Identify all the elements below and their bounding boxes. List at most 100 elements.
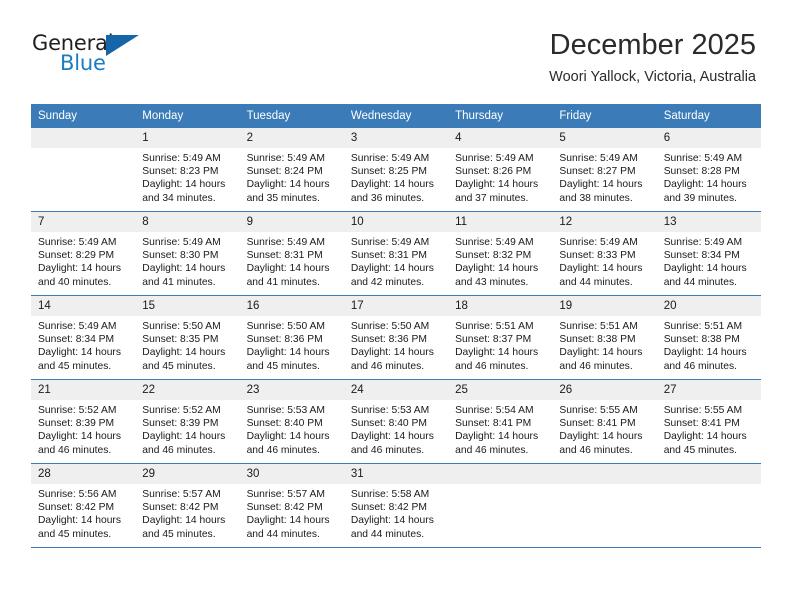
calendar-day-cell[interactable]: 21 Sunrise: 5:52 AM Sunset: 8:39 PM Dayligh…: [31, 379, 136, 464]
daylight-duration-line1: Daylight: 14 hours: [663, 263, 747, 275]
calendar-day-cell[interactable]: 22 Sunrise: 5:52 AM Sunset: 8:39 PM Dayligh…: [135, 379, 240, 464]
daylight-duration-line1: Daylight: 14 hours: [142, 179, 226, 191]
daylight-duration-line2: and 41 minutes.: [142, 276, 216, 288]
calendar-day-cell[interactable]: 5 Sunrise: 5:49 AM Sunset: 8:27 PM Daylight…: [552, 128, 657, 212]
calendar-week-row: 1 Sunrise: 5:49 AM Sunset: 8:23 PM Daylight…: [31, 128, 761, 212]
calendar-day-cell[interactable]: 30 Sunrise: 5:57 AM Sunset: 8:42 PM Dayligh…: [239, 463, 344, 548]
general-blue-logo[interactable]: General Blue: [32, 33, 162, 81]
calendar-day-cell[interactable]: 1 Sunrise: 5:49 AM Sunset: 8:23 PM Daylight…: [135, 128, 240, 212]
calendar-day-cell[interactable]: 8 Sunrise: 5:49 AM Sunset: 8:30 PM Daylight…: [135, 211, 240, 296]
day-details: Sunrise: 5:54 AM Sunset: 8:41 PM Daylight:…: [448, 400, 552, 457]
sunrise-time: Sunrise: 5:49 AM: [455, 237, 534, 248]
calendar-day-cell[interactable]: 23 Sunrise: 5:53 AM Sunset: 8:40 PM Dayligh…: [239, 379, 344, 464]
daylight-duration-line1: Daylight: 14 hours: [142, 515, 226, 527]
daylight-duration-line1: Daylight: 14 hours: [246, 347, 330, 359]
sunrise-time: Sunrise: 5:49 AM: [455, 153, 534, 164]
weekday-header-wednesday: Wednesday: [343, 104, 449, 128]
sunset-time: Sunset: 8:32 PM: [455, 250, 532, 262]
calendar-day-cell[interactable]: 31 Sunrise: 5:58 AM Sunset: 8:42 PM Dayligh…: [343, 463, 449, 548]
day-number: 13: [656, 212, 761, 232]
calendar-day-cell[interactable]: 25 Sunrise: 5:54 AM Sunset: 8:41 PM Dayligh…: [448, 379, 553, 464]
day-details: Sunrise: 5:49 AM Sunset: 8:28 PM Daylight:…: [657, 148, 761, 205]
sunset-time: Sunset: 8:39 PM: [142, 418, 219, 430]
calendar-week-row: 21 Sunrise: 5:52 AM Sunset: 8:39 PM Dayligh…: [31, 379, 761, 464]
calendar-day-cell[interactable]: 7 Sunrise: 5:49 AM Sunset: 8:29 PM Daylight…: [31, 211, 136, 296]
calendar-day-cell[interactable]: 18 Sunrise: 5:51 AM Sunset: 8:37 PM Dayligh…: [448, 295, 553, 380]
sunrise-time: Sunrise: 5:55 AM: [663, 405, 743, 416]
sunset-time: Sunset: 8:42 PM: [350, 502, 427, 514]
calendar-week-row: 14 Sunrise: 5:49 AM Sunset: 8:34 PM Dayligh…: [31, 295, 761, 380]
day-number: [656, 464, 761, 484]
day-number: 5: [552, 128, 657, 148]
daylight-duration-line2: and 43 minutes.: [455, 276, 529, 288]
sunrise-time: Sunrise: 5:53 AM: [350, 405, 430, 416]
calendar-day-cell[interactable]: 14 Sunrise: 5:49 AM Sunset: 8:34 PM Dayligh…: [31, 295, 136, 380]
calendar-day-cell[interactable]: 17 Sunrise: 5:50 AM Sunset: 8:36 PM Dayligh…: [343, 295, 449, 380]
daylight-duration-line1: Daylight: 14 hours: [350, 263, 434, 275]
daylight-duration-line2: and 44 minutes.: [559, 276, 633, 288]
page-title: December 2025: [549, 29, 756, 61]
sunset-time: Sunset: 8:42 PM: [38, 502, 115, 514]
daylight-duration-line2: and 44 minutes.: [350, 528, 425, 540]
calendar-day-cell[interactable]: 16 Sunrise: 5:50 AM Sunset: 8:36 PM Dayligh…: [239, 295, 344, 380]
daylight-duration-line1: Daylight: 14 hours: [350, 515, 434, 527]
day-number: 15: [135, 296, 240, 316]
sunrise-time: Sunrise: 5:49 AM: [350, 237, 430, 248]
calendar-day-cell[interactable]: 9 Sunrise: 5:49 AM Sunset: 8:31 PM Daylight…: [239, 211, 344, 296]
daylight-duration-line1: Daylight: 14 hours: [246, 515, 330, 527]
sunrise-time: Sunrise: 5:49 AM: [246, 237, 325, 248]
daylight-duration-line2: and 46 minutes.: [455, 360, 529, 372]
daylight-duration-line1: Daylight: 14 hours: [559, 347, 643, 359]
weekday-header-thursday: Thursday: [448, 104, 553, 128]
day-number: 24: [343, 380, 449, 400]
sunset-time: Sunset: 8:41 PM: [663, 418, 740, 430]
day-number: 12: [552, 212, 657, 232]
calendar-day-cell[interactable]: 10 Sunrise: 5:49 AM Sunset: 8:31 PM Dayligh…: [343, 211, 449, 296]
daylight-duration-line2: and 46 minutes.: [350, 444, 425, 456]
day-number: 4: [448, 128, 553, 148]
sunrise-time: Sunrise: 5:57 AM: [142, 489, 221, 500]
sunrise-time: Sunrise: 5:51 AM: [455, 321, 534, 332]
day-number: 29: [135, 464, 240, 484]
sunrise-time: Sunrise: 5:52 AM: [38, 405, 117, 416]
sunset-time: Sunset: 8:35 PM: [142, 334, 219, 346]
calendar-day-cell[interactable]: 29 Sunrise: 5:57 AM Sunset: 8:42 PM Dayligh…: [135, 463, 240, 548]
calendar-day-cell[interactable]: 26 Sunrise: 5:55 AM Sunset: 8:41 PM Dayligh…: [552, 379, 657, 464]
day-number: 2: [239, 128, 344, 148]
day-details: Sunrise: 5:53 AM Sunset: 8:40 PM Daylight:…: [344, 400, 448, 457]
calendar-day-cell[interactable]: 28 Sunrise: 5:56 AM Sunset: 8:42 PM Dayligh…: [31, 463, 136, 548]
calendar-day-cell[interactable]: 27 Sunrise: 5:55 AM Sunset: 8:41 PM Dayligh…: [656, 379, 761, 464]
day-details: Sunrise: 5:49 AM Sunset: 8:29 PM Daylight:…: [31, 232, 135, 289]
calendar-day-cell[interactable]: 4 Sunrise: 5:49 AM Sunset: 8:26 PM Daylight…: [448, 128, 553, 212]
daylight-duration-line1: Daylight: 14 hours: [142, 431, 226, 443]
sunset-time: Sunset: 8:42 PM: [246, 502, 323, 514]
calendar-day-cell[interactable]: 11 Sunrise: 5:49 AM Sunset: 8:32 PM Dayligh…: [448, 211, 553, 296]
sunrise-time: Sunrise: 5:49 AM: [38, 237, 117, 248]
day-number: 23: [239, 380, 344, 400]
day-details: Sunrise: 5:53 AM Sunset: 8:40 PM Daylight:…: [240, 400, 344, 457]
calendar-day-cell: [552, 463, 657, 548]
calendar-day-cell[interactable]: 13 Sunrise: 5:49 AM Sunset: 8:34 PM Dayligh…: [656, 211, 761, 296]
calendar-day-cell[interactable]: 2 Sunrise: 5:49 AM Sunset: 8:24 PM Daylight…: [239, 128, 344, 212]
calendar-day-cell[interactable]: 3 Sunrise: 5:49 AM Sunset: 8:25 PM Daylight…: [343, 128, 449, 212]
sunset-time: Sunset: 8:41 PM: [455, 418, 532, 430]
daylight-duration-line1: Daylight: 14 hours: [455, 431, 539, 443]
daylight-duration-line2: and 41 minutes.: [246, 276, 320, 288]
day-number: 25: [448, 380, 553, 400]
daylight-duration-line2: and 36 minutes.: [350, 192, 425, 204]
sunrise-time: Sunrise: 5:51 AM: [663, 321, 743, 332]
calendar-day-cell[interactable]: 12 Sunrise: 5:49 AM Sunset: 8:33 PM Dayligh…: [552, 211, 657, 296]
sunset-time: Sunset: 8:38 PM: [559, 334, 636, 346]
daylight-duration-line2: and 46 minutes.: [663, 360, 737, 372]
weekday-header-monday: Monday: [135, 104, 240, 128]
calendar-day-cell[interactable]: 24 Sunrise: 5:53 AM Sunset: 8:40 PM Dayligh…: [343, 379, 449, 464]
calendar-day-cell[interactable]: 6 Sunrise: 5:49 AM Sunset: 8:28 PM Daylight…: [656, 128, 761, 212]
calendar-day-cell[interactable]: 19 Sunrise: 5:51 AM Sunset: 8:38 PM Dayligh…: [552, 295, 657, 380]
calendar-day-cell[interactable]: 20 Sunrise: 5:51 AM Sunset: 8:38 PM Dayligh…: [656, 295, 761, 380]
daylight-duration-line1: Daylight: 14 hours: [663, 347, 747, 359]
day-number: 27: [656, 380, 761, 400]
weekday-header-tuesday: Tuesday: [239, 104, 344, 128]
day-number: 19: [552, 296, 657, 316]
calendar-header-row: Sunday Monday Tuesday Wednesday Thursday…: [31, 104, 761, 128]
calendar-day-cell[interactable]: 15 Sunrise: 5:50 AM Sunset: 8:35 PM Dayligh…: [135, 295, 240, 380]
